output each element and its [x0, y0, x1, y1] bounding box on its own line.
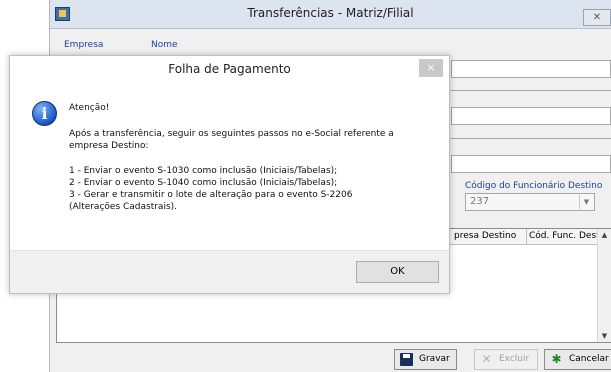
dialog-paragraph-line-1: Após a transferência, seguir os seguinte…: [69, 129, 394, 139]
scroll-down-icon[interactable]: ▼: [598, 332, 611, 340]
dialog-titlebar: Folha de Pagamento ×: [10, 56, 449, 82]
field-2[interactable]: [451, 107, 611, 125]
excluir-button[interactable]: ✕ Excluir: [474, 349, 538, 370]
cancel-person-icon: ✱: [551, 352, 562, 366]
codigo-funcionario-destino-select[interactable]: 237 ▼: [465, 193, 595, 211]
gravar-button[interactable]: Gravar: [394, 349, 457, 370]
gravar-label: Gravar: [419, 354, 450, 364]
ok-button[interactable]: OK: [356, 261, 439, 283]
window-titlebar: Transferências - Matriz/Filial ✕: [50, 0, 611, 29]
dialog-step-3: 3 - Gerar e transmitir o lote de alteraç…: [69, 190, 353, 200]
chevron-down-icon[interactable]: ▼: [579, 195, 593, 209]
codigo-funcionario-destino-value: 237: [470, 196, 490, 207]
dialog-step-2: 2 - Enviar o evento S-1040 como inclusão…: [69, 178, 338, 188]
cancelar-label: Cancelar: [569, 354, 609, 364]
dialog-paragraph-line-2: empresa Destino:: [69, 141, 149, 151]
divider: [451, 90, 611, 91]
dialog-title: Folha de Pagamento: [168, 62, 291, 76]
nome-label: Nome: [151, 40, 178, 50]
info-icon: i: [32, 101, 57, 126]
field-3[interactable]: [451, 155, 611, 173]
codigo-funcionario-destino-label: Código do Funcionário Destino: [465, 181, 603, 191]
divider: [451, 138, 611, 139]
empresa-label: Empresa: [64, 40, 104, 50]
window-close-button[interactable]: ✕: [583, 9, 611, 26]
dialog-step-3-cont: (Alterações Cadastrais).: [69, 202, 178, 212]
dialog-step-1: 1 - Enviar o evento S-1030 como inclusão…: [69, 166, 338, 176]
grid-scrollbar[interactable]: ▲ ▼: [597, 229, 611, 342]
column-empresa-destino[interactable]: presa Destino: [454, 231, 516, 241]
dialog-heading: Atenção!: [69, 103, 110, 113]
dialog-close-button[interactable]: ×: [419, 59, 443, 77]
delete-icon: ✕: [481, 352, 492, 366]
window-title: Transferências - Matriz/Filial: [247, 6, 414, 20]
scroll-up-icon[interactable]: ▲: [598, 231, 611, 239]
folha-de-pagamento-dialog: Folha de Pagamento × i Atenção! Após a t…: [9, 55, 450, 294]
excluir-label: Excluir: [499, 354, 530, 364]
floppy-disk-icon: [400, 353, 413, 366]
dialog-footer: OK: [10, 250, 449, 293]
nome-field[interactable]: [451, 60, 611, 78]
cancelar-button[interactable]: ✱ Cancelar: [544, 349, 611, 370]
column-separator: [526, 229, 527, 245]
